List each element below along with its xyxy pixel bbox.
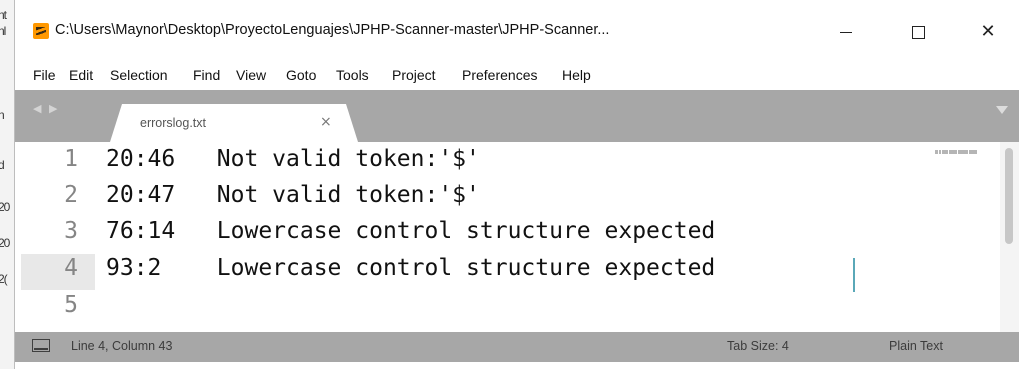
code-line[interactable]: 76:14 Lowercase control structure expect… xyxy=(106,218,715,244)
background-text-fragment: d xyxy=(0,158,5,172)
text-cursor xyxy=(853,258,855,292)
tab-label: errorslog.txt xyxy=(140,116,206,130)
menu-goto[interactable]: Goto xyxy=(286,67,316,83)
editor-window: C:\Users\Maynor\Desktop\ProyectoLenguaje… xyxy=(14,0,1019,369)
cursor-position-status: Line 4, Column 43 xyxy=(71,339,173,353)
menu-selection[interactable]: Selection xyxy=(110,67,168,83)
menu-file[interactable]: File xyxy=(33,67,56,83)
window-title: C:\Users\Maynor\Desktop\ProyectoLenguaje… xyxy=(55,22,610,38)
menu-project[interactable]: Project xyxy=(392,67,436,83)
tab-size-selector[interactable]: Tab Size: 4 xyxy=(727,339,789,353)
syntax-selector[interactable]: Plain Text xyxy=(889,339,943,353)
title-bar[interactable]: C:\Users\Maynor\Desktop\ProyectoLenguaje… xyxy=(15,0,1019,62)
menu-tools[interactable]: Tools xyxy=(336,67,369,83)
maximize-icon xyxy=(911,25,925,39)
code-line[interactable]: 93:2 Lowercase control structure expecte… xyxy=(106,255,715,281)
tab-bar: ◀ ▶ errorslog.txt × xyxy=(15,90,1019,142)
menu-preferences[interactable]: Preferences xyxy=(462,67,537,83)
line-number: 4 xyxy=(64,255,78,281)
line-number-gutter: 1 2 3 4 5 xyxy=(15,142,95,332)
background-text-fragment: 2( xyxy=(0,272,8,286)
menu-find[interactable]: Find xyxy=(193,67,220,83)
background-text-fragment: nt xyxy=(0,8,7,22)
background-text-fragment: n xyxy=(0,108,5,122)
line-number: 3 xyxy=(64,218,78,244)
background-text-fragment: 20 xyxy=(0,200,10,214)
background-window-strip: nt nl n d 20 20 2( xyxy=(0,0,15,369)
minimize-button[interactable] xyxy=(823,14,869,50)
close-button[interactable]: ✕ xyxy=(965,14,1011,50)
close-icon: ✕ xyxy=(980,21,996,42)
menu-view[interactable]: View xyxy=(236,67,266,83)
background-text-fragment: nl xyxy=(0,24,6,38)
menu-edit[interactable]: Edit xyxy=(69,67,93,83)
tab-errorslog[interactable]: errorslog.txt × xyxy=(110,104,358,142)
text-editor[interactable]: 1 2 3 4 5 20:46 Not valid token:'$' 20:4… xyxy=(15,142,1019,332)
line-number: 2 xyxy=(64,182,78,208)
menu-bar: File Edit Selection Find View Goto Tools… xyxy=(15,62,1019,90)
line-number: 1 xyxy=(64,146,78,172)
scrollbar-thumb[interactable] xyxy=(1005,148,1013,244)
code-line[interactable]: 20:46 Not valid token:'$' xyxy=(106,146,480,172)
tab-nav-arrows-icon[interactable]: ◀ ▶ xyxy=(33,102,59,115)
line-number: 5 xyxy=(64,292,78,318)
minimize-icon xyxy=(840,31,852,33)
menu-help[interactable]: Help xyxy=(562,67,591,83)
sublime-text-icon[interactable] xyxy=(33,23,49,39)
vertical-scrollbar[interactable] xyxy=(1000,142,1019,332)
dropdown-triangle-icon[interactable] xyxy=(996,106,1008,114)
panel-toggle-icon[interactable] xyxy=(32,339,50,352)
status-bar: Line 4, Column 43 Tab Size: 4 Plain Text xyxy=(15,332,1019,362)
code-line[interactable]: 20:47 Not valid token:'$' xyxy=(106,182,480,208)
tab-close-icon[interactable]: × xyxy=(320,114,332,130)
window-bottom-edge xyxy=(15,362,1019,369)
maximize-button[interactable] xyxy=(895,14,941,50)
background-text-fragment: 20 xyxy=(0,236,10,250)
minimap[interactable] xyxy=(935,150,990,155)
